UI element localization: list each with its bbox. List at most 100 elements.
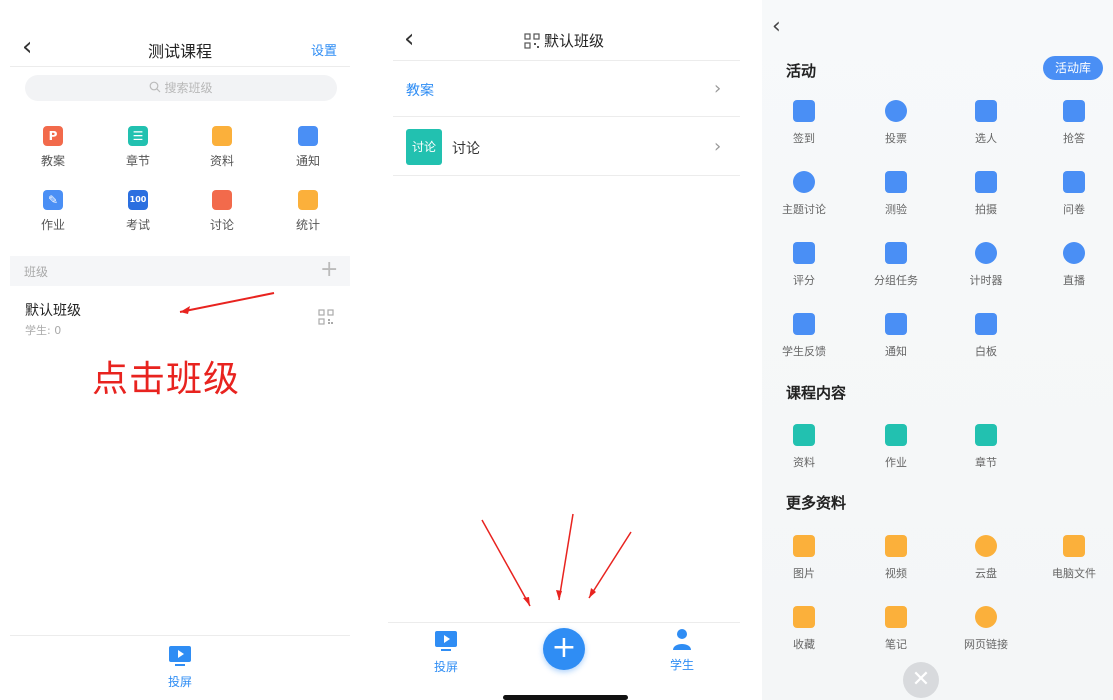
- section-title-course: 课程内容: [786, 384, 847, 402]
- class-name[interactable]: 默认班级: [25, 300, 81, 320]
- camera-item[interactable]: 拍摄: [944, 171, 1028, 217]
- item-label: 云盘: [975, 567, 997, 580]
- settings-button[interactable]: 设置: [311, 40, 337, 59]
- video-icon: [885, 535, 907, 557]
- search-input[interactable]: 搜索班级: [25, 75, 337, 101]
- pie-chart-icon: [298, 190, 318, 210]
- course-screen: ‹ 测试课程 设置 搜索班级 P 教案 ☰ 章节 资料 通知 ✎ 作业 100 考试 讨论 统计 班级…: [0, 0, 360, 700]
- cloud-icon: [975, 535, 997, 557]
- feedback-item[interactable]: 学生反馈: [762, 313, 846, 359]
- speaker-item[interactable]: 通知: [278, 126, 338, 169]
- vote-chart-item[interactable]: 投票: [854, 100, 938, 146]
- topic-chat-item[interactable]: 主题讨论: [762, 171, 846, 217]
- chat-bubble-item[interactable]: 讨论: [192, 190, 252, 233]
- chapter-list-item[interactable]: 章节: [944, 424, 1028, 470]
- lotus-rating-item[interactable]: 评分: [762, 242, 846, 288]
- questionnaire-item[interactable]: 问卷: [1032, 171, 1113, 217]
- group-task-item[interactable]: 分组任务: [854, 242, 938, 288]
- item-label: 计时器: [969, 274, 1003, 287]
- person-icon: [673, 629, 691, 650]
- item-label: 资料: [793, 456, 815, 469]
- homework-edit-item[interactable]: 作业: [854, 424, 938, 470]
- microphone-item[interactable]: 抢答: [1032, 100, 1113, 146]
- web-link-item[interactable]: 网页链接: [944, 606, 1028, 652]
- chevron-right-icon: ›: [714, 78, 722, 99]
- item-label: 选人: [975, 132, 997, 145]
- item-label: 笔记: [885, 638, 907, 651]
- annotation-arrows: [481, 513, 632, 607]
- annotation-arrow: [179, 292, 275, 314]
- item-label: 统计: [295, 218, 320, 232]
- homework-edit-icon: [885, 424, 907, 446]
- close-button[interactable]: ✕: [903, 662, 939, 698]
- item-label: 投票: [885, 132, 907, 145]
- item-label: 收藏: [793, 638, 815, 651]
- divider: [10, 635, 350, 636]
- live-play-item[interactable]: 直播: [1032, 242, 1113, 288]
- class-student-count: 学生: 0: [25, 324, 62, 337]
- lesson-plan-icon: P: [43, 126, 63, 146]
- lesson-plan-item[interactable]: P 教案: [23, 126, 83, 169]
- class-section-header: 班级 +: [10, 256, 350, 286]
- qr-code-icon[interactable]: [318, 309, 334, 325]
- annotation-text: 点击班级: [92, 359, 241, 400]
- folder-item[interactable]: 资料: [762, 424, 846, 470]
- divider: [388, 622, 740, 623]
- chevron-right-icon: ›: [714, 136, 722, 157]
- item-label: 电脑文件: [1052, 567, 1096, 580]
- speaker-item[interactable]: 通知: [854, 313, 938, 359]
- cast-screen-tab[interactable]: 投屏: [416, 630, 476, 675]
- back-button[interactable]: ‹: [772, 16, 781, 38]
- exam-100-icon: 100: [128, 190, 148, 210]
- search-placeholder: 搜索班级: [164, 81, 213, 95]
- computer-file-item[interactable]: 电脑文件: [1032, 535, 1113, 581]
- lesson-plan-row[interactable]: 教案: [406, 80, 434, 100]
- notes-item[interactable]: 笔记: [854, 606, 938, 652]
- quiz-doc-icon: [885, 171, 907, 193]
- speaker-icon: [298, 126, 318, 146]
- students-tab[interactable]: 学生: [652, 628, 712, 673]
- exam-100-item[interactable]: 100 考试: [108, 190, 168, 233]
- discussion-badge: 讨论: [406, 129, 442, 165]
- section-title-activities: 活动: [786, 62, 817, 80]
- item-label: 网页链接: [964, 638, 1008, 651]
- item-label: 评分: [793, 274, 815, 287]
- item-label: 教案: [40, 154, 65, 168]
- item-label: 分组任务: [874, 274, 918, 287]
- item-label: 章节: [975, 456, 997, 469]
- section-title: 班级: [24, 265, 49, 279]
- activity-library-button[interactable]: 活动库: [1043, 56, 1103, 80]
- cloud-item[interactable]: 云盘: [944, 535, 1028, 581]
- whiteboard-item[interactable]: 白板: [944, 313, 1028, 359]
- add-activity-button[interactable]: +: [543, 628, 585, 670]
- item-label: 白板: [975, 345, 997, 358]
- quiz-doc-item[interactable]: 测验: [854, 171, 938, 217]
- topic-chat-icon: [793, 171, 815, 193]
- tap-checkin-item[interactable]: 签到: [762, 100, 846, 146]
- chapter-list-item[interactable]: ☰ 章节: [108, 126, 168, 169]
- item-label: 抢答: [1063, 132, 1085, 145]
- video-item[interactable]: 视频: [854, 535, 938, 581]
- qr-code-icon[interactable]: [524, 32, 540, 49]
- folder-icon: [212, 126, 232, 146]
- cast-screen-tab[interactable]: 投屏: [150, 645, 210, 690]
- activity-panel: ‹ 活动 活动库 签到 投票 选人 抢答主题讨论 测验 拍摄 问卷评分 分组任务 计时器 直播学生…: [762, 0, 1113, 700]
- pick-person-item[interactable]: 选人: [944, 100, 1028, 146]
- homework-edit-item[interactable]: ✎ 作业: [23, 190, 83, 233]
- item-label: 资料: [209, 154, 234, 168]
- discussion-row[interactable]: 讨论: [452, 138, 480, 158]
- search-icon: [150, 81, 161, 93]
- lotus-rating-icon: [793, 242, 815, 264]
- feedback-icon: [793, 313, 815, 335]
- cast-label: 投屏: [433, 660, 458, 674]
- favorites-item[interactable]: 收藏: [762, 606, 846, 652]
- homework-edit-icon: ✎: [43, 190, 63, 210]
- timer-item[interactable]: 计时器: [944, 242, 1028, 288]
- web-link-icon: [975, 606, 997, 628]
- folder-item[interactable]: 资料: [192, 126, 252, 169]
- add-class-button[interactable]: +: [320, 257, 338, 282]
- folder-icon: [793, 424, 815, 446]
- pie-chart-item[interactable]: 统计: [278, 190, 338, 233]
- image-item[interactable]: 图片: [762, 535, 846, 581]
- live-play-icon: [1063, 242, 1085, 264]
